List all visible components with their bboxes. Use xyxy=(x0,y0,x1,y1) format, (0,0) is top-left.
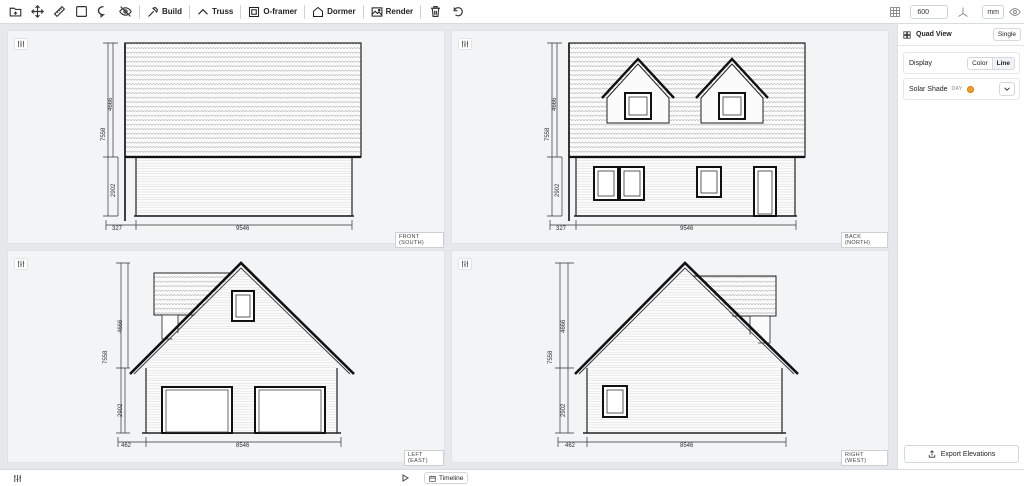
dim-roof-height: 4666 xyxy=(118,319,124,333)
view-label: RIGHT (WEST) xyxy=(841,450,888,466)
dim-total-height: 7558 xyxy=(545,127,551,141)
solar-shade-row: Solar Shade DAY xyxy=(903,78,1020,100)
export-elevations-button[interactable]: Export Elevations xyxy=(904,445,1019,463)
grid-size-input[interactable]: 600 xyxy=(910,5,949,19)
view-label: FRONT (SOUTH) xyxy=(395,232,444,248)
line-option[interactable]: Line xyxy=(991,58,1014,69)
elevation-view-right[interactable]: 7558 4666 2902 462 8546 RIGHT (WEST) xyxy=(451,250,889,466)
solar-shade-dropdown[interactable] xyxy=(999,82,1015,96)
quad-grid-icon xyxy=(898,30,916,39)
divider xyxy=(420,4,422,19)
dim-roof-height: 4666 xyxy=(552,97,558,111)
dim-roof-height: 4666 xyxy=(108,97,114,111)
dim-roof-height: 4666 xyxy=(561,319,567,333)
settings-sliders-icon[interactable] xyxy=(12,473,22,483)
single-view-button[interactable]: Single xyxy=(992,28,1021,41)
timeline-button[interactable]: Timeline xyxy=(424,472,469,484)
dormer-label: Dormer xyxy=(327,7,356,16)
build-label: Build xyxy=(162,7,182,16)
top-toolbar: Build Truss O-framer Dormer Render 600 m… xyxy=(0,0,1024,24)
dim-total-height: 7558 xyxy=(103,350,109,364)
export-label: Export Elevations xyxy=(940,450,996,458)
view-label: LEFT (EAST) xyxy=(404,450,444,466)
left-elevation-drawing: 7558 4666 2902 462 8546 xyxy=(103,261,355,449)
ruler-icon[interactable] xyxy=(48,1,70,23)
quad-view-title: Quad View xyxy=(916,31,952,38)
eye-icon[interactable] xyxy=(1006,3,1024,21)
oframer-button[interactable]: O-framer xyxy=(244,1,301,23)
quad-view-header: Quad View Single xyxy=(898,24,1024,46)
front-elevation-drawing: 7558 4666 2902 327 9546 xyxy=(101,42,362,232)
dim-overhang: 462 xyxy=(121,443,132,449)
trash-icon[interactable] xyxy=(424,1,446,23)
dim-width: 9546 xyxy=(680,226,694,232)
divider xyxy=(189,4,190,19)
folder-icon[interactable] xyxy=(4,1,26,23)
sun-icon[interactable] xyxy=(967,85,975,93)
undo-icon[interactable] xyxy=(446,1,468,23)
frame-icon xyxy=(249,6,260,17)
image-icon xyxy=(371,6,382,17)
house-icon xyxy=(313,6,324,17)
dim-overhang: 327 xyxy=(112,226,123,232)
unit-toggle[interactable]: mm xyxy=(982,5,1004,19)
timeline-label: Timeline xyxy=(439,474,464,482)
properties-sidebar: Quad View Single Display Color Line Sola… xyxy=(897,24,1024,469)
right-toolbar: 600 mm xyxy=(886,0,1024,24)
dim-total-height: 7558 xyxy=(101,127,107,141)
render-button[interactable]: Render xyxy=(367,1,418,23)
export-icon xyxy=(928,450,935,458)
dim-width: 8546 xyxy=(680,443,694,449)
bottom-bar: Timeline xyxy=(0,469,1024,486)
divider xyxy=(362,4,364,19)
dim-width: 9546 xyxy=(236,226,250,232)
dim-total-height: 7558 xyxy=(548,350,554,364)
dormer-button[interactable]: Dormer xyxy=(308,1,359,23)
chevron-down-icon xyxy=(1004,87,1010,91)
back-elevation-drawing: 7558 4666 2902 327 9546 xyxy=(545,42,806,232)
dim-wall-height: 2902 xyxy=(561,403,567,417)
truss-button[interactable]: Truss xyxy=(193,1,237,23)
divider xyxy=(304,4,306,19)
dim-wall-height: 2902 xyxy=(118,403,124,417)
color-option[interactable]: Color xyxy=(968,58,992,69)
calendar-icon xyxy=(429,475,436,482)
display-label: Display xyxy=(909,59,932,67)
divider xyxy=(240,4,242,19)
render-label: Render xyxy=(385,7,414,16)
solar-shade-label: Solar Shade xyxy=(909,85,948,93)
divider xyxy=(139,4,140,19)
eye-off-icon[interactable] xyxy=(114,1,136,23)
dim-wall-height: 2902 xyxy=(555,183,561,197)
square-icon[interactable] xyxy=(70,1,92,23)
axis-icon[interactable] xyxy=(954,3,972,21)
dim-overhang: 327 xyxy=(556,226,567,232)
roof-chevron-icon xyxy=(198,8,208,15)
comment-icon[interactable] xyxy=(92,1,114,23)
elevation-view-left[interactable]: 7558 4666 2902 462 8546 LEFT (EAST) xyxy=(7,250,445,466)
view-label: BACK (NORTH) xyxy=(841,232,888,248)
play-icon[interactable] xyxy=(400,473,410,483)
dim-width: 8546 xyxy=(236,443,250,449)
hammer-icon xyxy=(148,6,159,17)
display-mode-toggle: Color Line xyxy=(967,57,1015,70)
elevation-view-back[interactable]: 7558 4666 2902 327 9546 BACK (NORTH) xyxy=(451,30,889,248)
solar-mode-label: DAY xyxy=(951,86,963,92)
dim-overhang: 462 xyxy=(565,443,576,449)
elevation-view-front[interactable]: 7558 4666 2902 327 9546 FRONT (SOUTH) xyxy=(7,30,445,248)
right-elevation-drawing: 7558 4666 2902 462 8546 xyxy=(548,261,799,449)
oframer-label: O-framer xyxy=(263,7,298,16)
build-button[interactable]: Build xyxy=(143,1,186,23)
display-row: Display Color Line xyxy=(903,52,1020,74)
grid-icon[interactable] xyxy=(886,3,904,21)
dim-wall-height: 2902 xyxy=(111,183,117,197)
move-icon[interactable] xyxy=(26,1,48,23)
truss-label: Truss xyxy=(212,7,234,16)
